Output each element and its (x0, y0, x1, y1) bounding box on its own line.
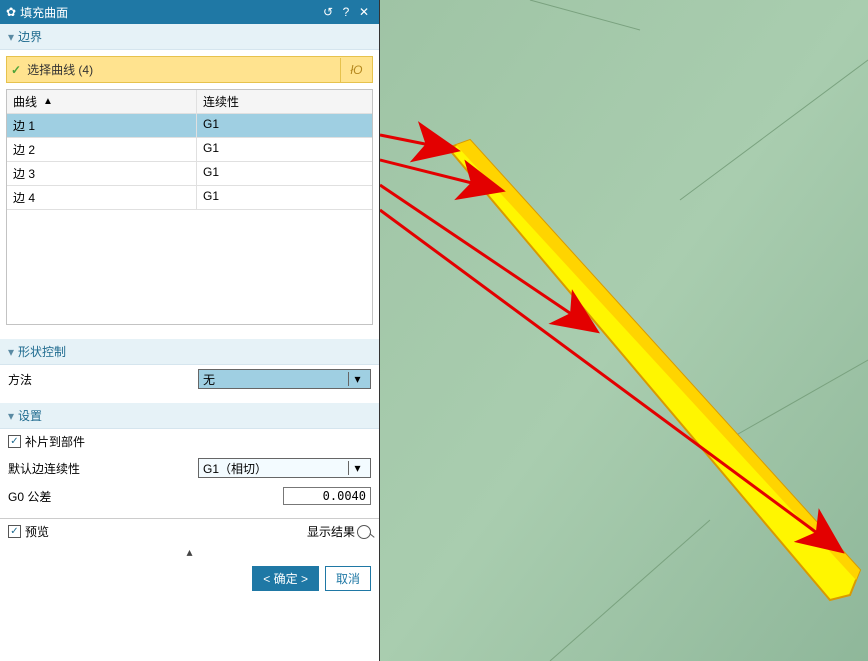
section-settings-header[interactable]: ▾ 设置 (0, 403, 379, 429)
chevron-down-icon: ▾ (348, 461, 366, 475)
section-shape-header[interactable]: ▾ 形状控制 (0, 339, 379, 365)
row-curve: 边 3 (7, 162, 197, 186)
shape-method-select[interactable]: 无 ▾ (198, 369, 371, 389)
default-continuity-row: 默认边连续性 G1（相切） ▾ (0, 454, 379, 482)
section-shape-label: 形状控制 (18, 343, 66, 360)
show-result-button[interactable]: 显示结果 (307, 523, 371, 540)
patch-to-part-checkbox[interactable]: ✓ (8, 435, 21, 448)
ok-button[interactable]: < 确定 > (252, 566, 319, 591)
dialog-panel: ✿ 填充曲面 ↺ ? ✕ ▾ 边界 ✓ 选择曲线 (4) łO 曲线 ▲ 连续性… (0, 0, 380, 661)
preview-label: 预览 (25, 523, 49, 540)
shape-method-value: 无 (203, 371, 348, 388)
row-continuity: G1 (197, 138, 372, 162)
shape-method-row: 方法 无 ▾ (0, 365, 379, 393)
row-continuity: G1 (197, 186, 372, 210)
col-continuity[interactable]: 连续性 (197, 90, 372, 114)
section-settings-label: 设置 (18, 407, 42, 424)
reset-icon[interactable]: ↺ (319, 5, 337, 19)
show-result-label: 显示结果 (307, 523, 355, 540)
boundary-table: 曲线 ▲ 连续性 边 1G1边 2G1边 3G1边 4G1 (6, 89, 373, 325)
close-icon[interactable]: ✕ (355, 5, 373, 19)
collapse-bar[interactable]: ▴ (0, 544, 379, 560)
patch-to-part-label: 补片到部件 (25, 433, 85, 450)
button-row: < 确定 > 取消 (0, 560, 379, 597)
curve-select-icon[interactable]: łO (340, 58, 372, 82)
patch-to-part-row[interactable]: ✓ 补片到部件 (0, 429, 379, 454)
check-icon: ✓ (11, 63, 21, 77)
row-curve: 边 1 (7, 114, 197, 138)
col-curve[interactable]: 曲线 ▲ (7, 90, 197, 114)
g0-tolerance-label: G0 公差 (8, 488, 198, 505)
section-boundary-header[interactable]: ▾ 边界 (0, 24, 379, 50)
cancel-button[interactable]: 取消 (325, 566, 371, 591)
sort-arrow-icon: ▲ (43, 96, 53, 107)
table-row[interactable]: 边 3G1 (7, 162, 372, 186)
table-row[interactable]: 边 1G1 (7, 114, 372, 138)
default-continuity-select[interactable]: G1（相切） ▾ (198, 458, 371, 478)
chevron-down-icon: ▾ (348, 372, 366, 386)
help-icon[interactable]: ? (337, 5, 355, 19)
row-curve: 边 2 (7, 138, 197, 162)
magnifier-icon (357, 525, 371, 539)
g0-tolerance-row: G0 公差 (0, 482, 379, 510)
preview-row: ✓ 预览 显示结果 (0, 518, 379, 544)
table-row[interactable]: 边 4G1 (7, 186, 372, 210)
table-head: 曲线 ▲ 连续性 (7, 90, 372, 114)
g0-tolerance-input[interactable] (283, 487, 371, 505)
shape-method-label: 方法 (8, 371, 198, 388)
default-continuity-value: G1（相切） (203, 460, 348, 477)
row-continuity: G1 (197, 162, 372, 186)
table-row[interactable]: 边 2G1 (7, 138, 372, 162)
gear-icon: ✿ (6, 5, 16, 19)
titlebar: ✿ 填充曲面 ↺ ? ✕ (0, 0, 379, 24)
chevron-down-icon: ▾ (8, 409, 14, 423)
curve-select-bar[interactable]: ✓ 选择曲线 (4) łO (6, 56, 373, 83)
dialog-title: 填充曲面 (20, 4, 319, 21)
chevron-down-icon: ▾ (8, 345, 14, 359)
chevron-down-icon: ▾ (8, 30, 14, 44)
section-boundary-label: 边界 (18, 28, 42, 45)
default-continuity-label: 默认边连续性 (8, 460, 198, 477)
viewport[interactable] (380, 0, 868, 661)
curve-select-label: 选择曲线 (4) (25, 57, 340, 82)
row-continuity: G1 (197, 114, 372, 138)
preview-checkbox[interactable]: ✓ (8, 525, 21, 538)
row-curve: 边 4 (7, 186, 197, 210)
